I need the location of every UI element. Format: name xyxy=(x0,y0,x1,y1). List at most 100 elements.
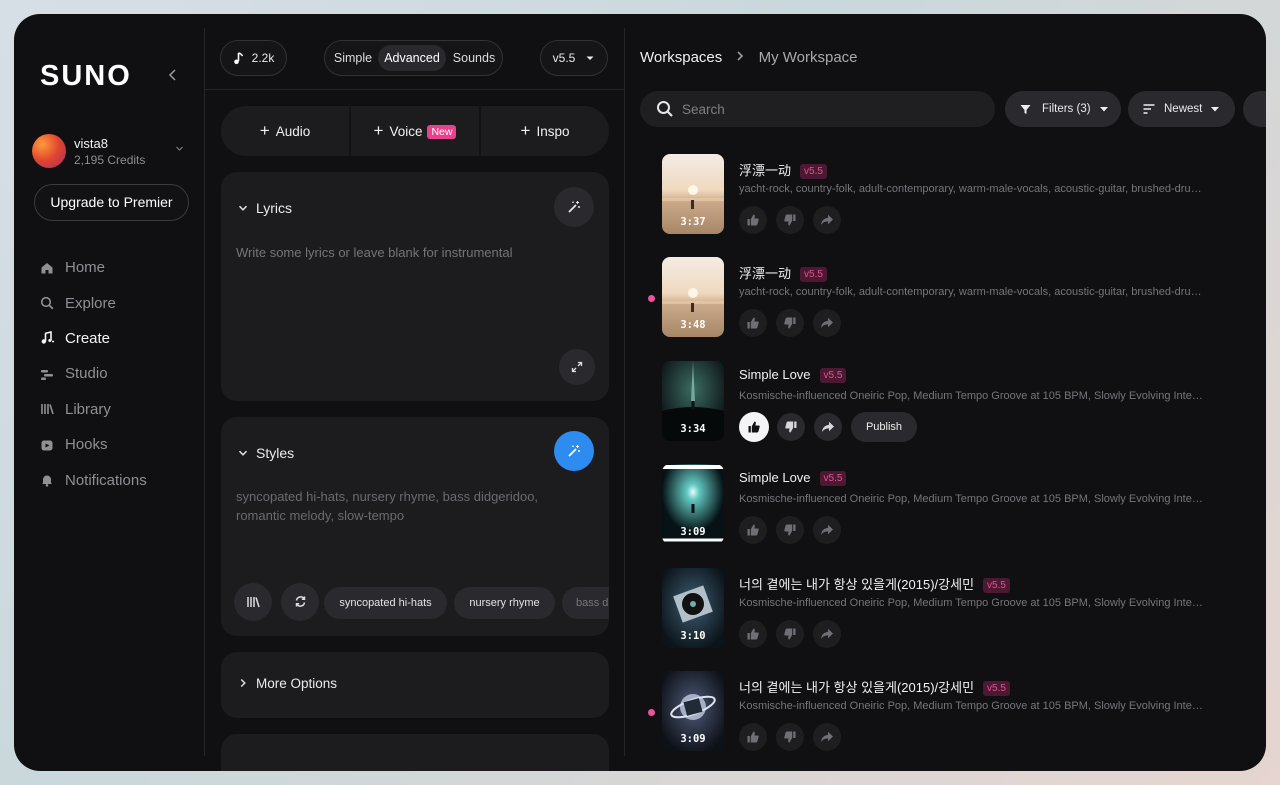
lyrics-toggle[interactable]: Lyrics xyxy=(238,200,292,216)
sort-button[interactable]: Newest xyxy=(1128,91,1235,127)
song-title[interactable]: 너의 곁에는 내가 항상 있을게(2015)/강세민 v5.5 xyxy=(739,677,1010,696)
styles-input[interactable]: syncopated hi-hats, nursery rhyme, bass … xyxy=(236,487,586,525)
share-button[interactable] xyxy=(813,723,841,751)
user-menu[interactable]: vista8 2,195 Credits xyxy=(32,132,192,172)
refresh-icon xyxy=(295,596,305,607)
song-cover[interactable]: 3:34 xyxy=(662,360,724,441)
tab-advanced[interactable]: Advanced xyxy=(378,45,446,71)
sidebar-item-label: Explore xyxy=(65,294,116,312)
sidebar-item-create[interactable]: Create xyxy=(40,321,190,356)
song-title[interactable]: Simple Love v5.5 xyxy=(739,366,847,383)
like-button[interactable] xyxy=(739,619,767,648)
song-title[interactable]: Simple Love v5.5 xyxy=(739,470,847,487)
search-input[interactable] xyxy=(682,91,982,127)
chevron-right-icon xyxy=(737,51,744,61)
sidebar-item-label: Hooks xyxy=(65,436,108,454)
like-button[interactable] xyxy=(739,309,767,338)
song-row[interactable]: 3:48 浮漂一动 v5.5 yacht-rock, country-folk, … xyxy=(662,257,1222,352)
filter-icon xyxy=(1020,105,1031,114)
song-row[interactable]: 3:09 Simple Love v5.5 Kosmische-influence… xyxy=(662,464,1222,559)
style-tag[interactable]: bass didgeridoo xyxy=(562,587,609,619)
dislike-button[interactable] xyxy=(776,723,804,751)
like-button[interactable] xyxy=(739,206,767,234)
song-title[interactable]: 浮漂一动 v5.5 xyxy=(739,263,827,283)
collapse-sidebar-icon[interactable] xyxy=(164,66,182,84)
magic-wand-button[interactable] xyxy=(554,187,594,227)
sidebar-item-label: Studio xyxy=(65,365,108,383)
song-title-text: 浮漂一动 xyxy=(739,266,792,282)
home-icon xyxy=(41,262,53,274)
dislike-button[interactable] xyxy=(776,309,804,338)
dislike-button[interactable] xyxy=(777,412,805,441)
song-title[interactable]: 浮漂一动 v5.5 xyxy=(739,160,827,179)
sidebar-item-notifications[interactable]: Notifications xyxy=(40,462,190,497)
version-select[interactable]: v5.5 xyxy=(540,40,608,76)
styles-toggle[interactable]: Styles xyxy=(238,445,294,461)
add-audio-button[interactable]: + Audio xyxy=(221,106,349,156)
note-count-button[interactable]: 2.2k xyxy=(220,40,287,76)
dislike-button[interactable] xyxy=(776,206,804,234)
song-cover[interactable]: 3:09 xyxy=(662,464,724,545)
style-tag[interactable]: nursery rhyme xyxy=(454,587,555,619)
like-button[interactable] xyxy=(739,411,769,442)
share-button[interactable] xyxy=(813,619,841,648)
tab-sounds[interactable]: Sounds xyxy=(449,45,499,71)
sidebar-item-hooks[interactable]: Hooks xyxy=(40,427,190,462)
like-button[interactable] xyxy=(739,516,767,545)
share-button[interactable] xyxy=(813,206,841,234)
create-icon xyxy=(41,331,54,345)
add-voice-label: Voice xyxy=(389,124,423,139)
hooks-icon xyxy=(41,440,53,451)
shuffle-styles-button[interactable] xyxy=(281,583,319,621)
song-duration: 3:09 xyxy=(680,733,706,745)
style-tag[interactable]: syncopated hi-hats xyxy=(324,587,447,619)
share-button[interactable] xyxy=(813,516,841,545)
user-name: vista8 xyxy=(74,136,108,151)
song-title[interactable]: 너의 곁에는 내가 항상 있을게(2015)/강세민 v5.5 xyxy=(739,574,1010,593)
sidebar-item-label: Notifications xyxy=(65,471,147,489)
upgrade-button[interactable]: Upgrade to Premier xyxy=(34,184,189,221)
dislike-button[interactable] xyxy=(776,619,804,648)
song-description: Kosmische-influenced Oneiric Pop, Medium… xyxy=(739,389,1204,402)
song-cover[interactable]: 3:10 xyxy=(662,567,724,648)
sidebar-item-explore[interactable]: Explore xyxy=(40,285,190,320)
styles-title: Styles xyxy=(256,445,295,461)
more-options-toggle[interactable]: More Options xyxy=(238,676,337,691)
tab-simple[interactable]: Simple xyxy=(331,45,375,71)
share-button[interactable] xyxy=(814,412,842,441)
more-options-card[interactable]: More Options xyxy=(221,652,609,718)
like-button[interactable] xyxy=(739,723,767,751)
sidebar-item-home[interactable]: Home xyxy=(40,250,190,285)
sidebar-item-library[interactable]: Library xyxy=(40,392,190,427)
suno-logo[interactable]: SUNO xyxy=(40,60,132,93)
song-row[interactable]: 3:34 Simple Love v5.5 Kosmische-influence… xyxy=(662,360,1222,456)
style-library-button[interactable] xyxy=(234,583,272,621)
song-title-text: Simple Love xyxy=(739,366,811,382)
style-magic-button[interactable] xyxy=(554,431,594,471)
song-description: Kosmische-influenced Oneiric Pop, Medium… xyxy=(739,493,1204,506)
more-toolbar-button[interactable] xyxy=(1243,91,1266,127)
filters-button[interactable]: Filters (3) xyxy=(1005,91,1121,127)
song-row[interactable]: 3:10 너의 곁에는 내가 항상 있을게(2015)/강세민 v5.5 Kosm… xyxy=(662,567,1222,663)
lyrics-input[interactable] xyxy=(236,243,586,343)
song-row[interactable]: 3:37 浮漂一动 v5.5 yacht-rock, country-folk, … xyxy=(662,154,1222,249)
workspace-panel: Workspaces My Workspace Filters (3) Newe… xyxy=(626,14,1266,771)
song-cover[interactable]: 3:48 xyxy=(662,257,724,338)
add-inspo-button[interactable]: + Inspo xyxy=(481,106,609,156)
share-button[interactable] xyxy=(813,309,841,338)
song-cover[interactable]: 3:37 xyxy=(662,154,724,234)
sidebar-item-studio[interactable]: Studio xyxy=(40,356,190,391)
expand-button[interactable] xyxy=(559,349,595,385)
user-credits: 2,195 Credits xyxy=(74,153,146,167)
add-voice-button[interactable]: + Voice New xyxy=(351,106,479,156)
breadcrumb-current: My Workspace xyxy=(758,49,858,66)
version-badge: v5.5 xyxy=(800,267,827,283)
song-description: yacht-rock, country-folk, adult-contempo… xyxy=(739,183,1204,195)
publish-button[interactable]: Publish xyxy=(851,411,917,442)
song-cover[interactable]: 3:09 xyxy=(662,671,724,751)
dislike-button[interactable] xyxy=(776,516,804,545)
breadcrumb-workspaces[interactable]: Workspaces xyxy=(640,49,722,66)
chevron-down-icon xyxy=(238,450,248,456)
song-duration: 3:09 xyxy=(680,526,706,539)
song-row[interactable]: 3:09 너의 곁에는 내가 항상 있을게(2015)/강세민 v5.5 Kosm… xyxy=(662,671,1222,766)
